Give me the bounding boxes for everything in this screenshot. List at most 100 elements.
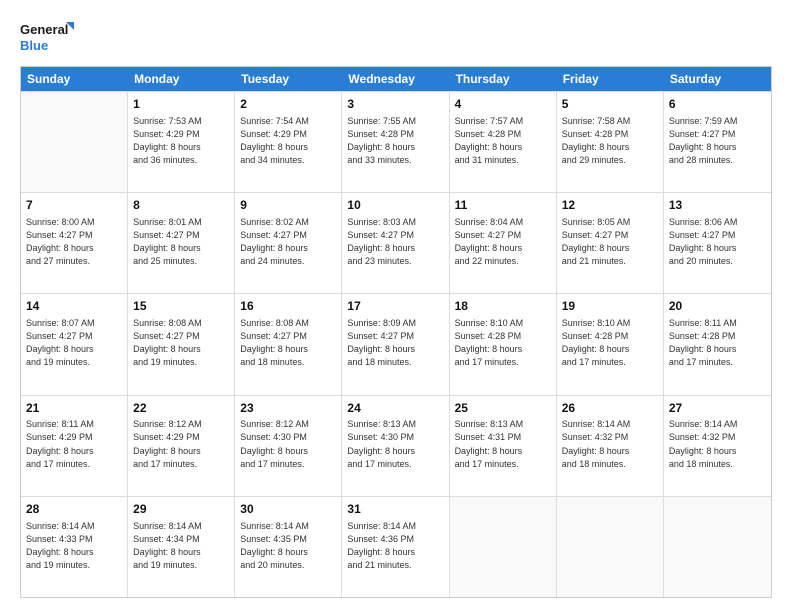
cal-cell: 21Sunrise: 8:11 AM Sunset: 4:29 PM Dayli… (21, 396, 128, 496)
cal-cell: 3Sunrise: 7:55 AM Sunset: 4:28 PM Daylig… (342, 92, 449, 192)
day-number: 2 (240, 96, 336, 113)
cal-cell (664, 497, 771, 597)
day-number: 19 (562, 298, 658, 315)
day-number: 17 (347, 298, 443, 315)
svg-text:Blue: Blue (20, 38, 48, 53)
cal-cell: 5 Sunrise: 7:58 AM Sunset: 4:28 PM Daylig… (557, 92, 664, 192)
cell-info: Sunrise: 8:14 AM Sunset: 4:32 PM Dayligh… (562, 418, 658, 470)
cell-info: Sunrise: 8:10 AM Sunset: 4:28 PM Dayligh… (562, 317, 658, 369)
cell-info: Sunrise: 8:02 AM Sunset: 4:27 PM Dayligh… (240, 216, 336, 268)
cell-info: Sunrise: 7:57 AM Sunset: 4:28 PM Dayligh… (455, 115, 551, 167)
cal-cell: 10Sunrise: 8:03 AM Sunset: 4:27 PM Dayli… (342, 193, 449, 293)
day-number: 1 (133, 96, 229, 113)
cell-info: Sunrise: 8:09 AM Sunset: 4:27 PM Dayligh… (347, 317, 443, 369)
day-number: 22 (133, 400, 229, 417)
cell-info: Sunrise: 8:10 AM Sunset: 4:28 PM Dayligh… (455, 317, 551, 369)
cal-cell: 27Sunrise: 8:14 AM Sunset: 4:32 PM Dayli… (664, 396, 771, 496)
cal-cell: 22Sunrise: 8:12 AM Sunset: 4:29 PM Dayli… (128, 396, 235, 496)
cal-cell: 9 Sunrise: 8:02 AM Sunset: 4:27 PM Daylig… (235, 193, 342, 293)
cell-info: Sunrise: 8:14 AM Sunset: 4:34 PM Dayligh… (133, 520, 229, 572)
cell-info: Sunrise: 8:08 AM Sunset: 4:27 PM Dayligh… (133, 317, 229, 369)
cell-info: Sunrise: 8:14 AM Sunset: 4:33 PM Dayligh… (26, 520, 122, 572)
cell-info: Sunrise: 8:14 AM Sunset: 4:35 PM Dayligh… (240, 520, 336, 572)
cell-info: Sunrise: 8:05 AM Sunset: 4:27 PM Dayligh… (562, 216, 658, 268)
day-number: 24 (347, 400, 443, 417)
day-number: 7 (26, 197, 122, 214)
cal-cell: 13 Sunrise: 8:06 AM Sunset: 4:27 PM Dayli… (664, 193, 771, 293)
week-row-2: 7 Sunrise: 8:00 AM Sunset: 4:27 PM Daylig… (21, 192, 771, 293)
day-header-sunday: Sunday (21, 67, 128, 91)
day-number: 4 (455, 96, 551, 113)
day-number: 13 (669, 197, 766, 214)
calendar-header: SundayMondayTuesdayWednesdayThursdayFrid… (21, 67, 771, 91)
day-number: 21 (26, 400, 122, 417)
cell-info: Sunrise: 7:55 AM Sunset: 4:28 PM Dayligh… (347, 115, 443, 167)
day-number: 10 (347, 197, 443, 214)
cell-info: Sunrise: 8:04 AM Sunset: 4:27 PM Dayligh… (455, 216, 551, 268)
cal-cell (557, 497, 664, 597)
day-number: 12 (562, 197, 658, 214)
cell-info: Sunrise: 8:11 AM Sunset: 4:29 PM Dayligh… (26, 418, 122, 470)
cal-cell: 29 Sunrise: 8:14 AM Sunset: 4:34 PM Dayli… (128, 497, 235, 597)
day-number: 26 (562, 400, 658, 417)
cal-cell: 7 Sunrise: 8:00 AM Sunset: 4:27 PM Daylig… (21, 193, 128, 293)
day-number: 6 (669, 96, 766, 113)
day-number: 8 (133, 197, 229, 214)
day-number: 5 (562, 96, 658, 113)
page: General Blue SundayMondayTuesdayWednesda… (0, 0, 792, 612)
cal-cell: 1 Sunrise: 7:53 AM Sunset: 4:29 PM Daylig… (128, 92, 235, 192)
day-number: 25 (455, 400, 551, 417)
cal-cell: 31Sunrise: 8:14 AM Sunset: 4:36 PM Dayli… (342, 497, 449, 597)
day-number: 14 (26, 298, 122, 315)
cal-cell: 23Sunrise: 8:12 AM Sunset: 4:30 PM Dayli… (235, 396, 342, 496)
day-header-saturday: Saturday (664, 67, 771, 91)
day-number: 23 (240, 400, 336, 417)
cell-info: Sunrise: 7:53 AM Sunset: 4:29 PM Dayligh… (133, 115, 229, 167)
day-number: 9 (240, 197, 336, 214)
day-header-monday: Monday (128, 67, 235, 91)
cell-info: Sunrise: 8:13 AM Sunset: 4:30 PM Dayligh… (347, 418, 443, 470)
cal-cell (450, 497, 557, 597)
cal-cell: 17 Sunrise: 8:09 AM Sunset: 4:27 PM Dayli… (342, 294, 449, 394)
cal-cell: 30Sunrise: 8:14 AM Sunset: 4:35 PM Dayli… (235, 497, 342, 597)
cal-cell (21, 92, 128, 192)
day-header-thursday: Thursday (450, 67, 557, 91)
day-number: 28 (26, 501, 122, 518)
cal-cell: 18 Sunrise: 8:10 AM Sunset: 4:28 PM Dayli… (450, 294, 557, 394)
cell-info: Sunrise: 8:13 AM Sunset: 4:31 PM Dayligh… (455, 418, 551, 470)
day-number: 18 (455, 298, 551, 315)
cal-cell: 4 Sunrise: 7:57 AM Sunset: 4:28 PM Daylig… (450, 92, 557, 192)
cell-info: Sunrise: 8:06 AM Sunset: 4:27 PM Dayligh… (669, 216, 766, 268)
cal-cell: 11 Sunrise: 8:04 AM Sunset: 4:27 PM Dayli… (450, 193, 557, 293)
cal-cell: 28 Sunrise: 8:14 AM Sunset: 4:33 PM Dayli… (21, 497, 128, 597)
logo: General Blue (20, 18, 74, 56)
cell-info: Sunrise: 8:11 AM Sunset: 4:28 PM Dayligh… (669, 317, 766, 369)
cal-cell: 15 Sunrise: 8:08 AM Sunset: 4:27 PM Dayli… (128, 294, 235, 394)
cell-info: Sunrise: 8:01 AM Sunset: 4:27 PM Dayligh… (133, 216, 229, 268)
day-number: 16 (240, 298, 336, 315)
calendar-body: 1 Sunrise: 7:53 AM Sunset: 4:29 PM Daylig… (21, 91, 771, 597)
cell-info: Sunrise: 8:12 AM Sunset: 4:29 PM Dayligh… (133, 418, 229, 470)
cell-info: Sunrise: 8:12 AM Sunset: 4:30 PM Dayligh… (240, 418, 336, 470)
week-row-3: 14 Sunrise: 8:07 AM Sunset: 4:27 PM Dayli… (21, 293, 771, 394)
day-number: 29 (133, 501, 229, 518)
day-header-friday: Friday (557, 67, 664, 91)
day-number: 15 (133, 298, 229, 315)
svg-text:General: General (20, 22, 68, 37)
cell-info: Sunrise: 7:58 AM Sunset: 4:28 PM Dayligh… (562, 115, 658, 167)
cal-cell: 6Sunrise: 7:59 AM Sunset: 4:27 PM Daylig… (664, 92, 771, 192)
cell-info: Sunrise: 8:00 AM Sunset: 4:27 PM Dayligh… (26, 216, 122, 268)
cal-cell: 20 Sunrise: 8:11 AM Sunset: 4:28 PM Dayli… (664, 294, 771, 394)
cal-cell: 26Sunrise: 8:14 AM Sunset: 4:32 PM Dayli… (557, 396, 664, 496)
header: General Blue (20, 18, 772, 56)
cal-cell: 24Sunrise: 8:13 AM Sunset: 4:30 PM Dayli… (342, 396, 449, 496)
week-row-4: 21Sunrise: 8:11 AM Sunset: 4:29 PM Dayli… (21, 395, 771, 496)
cell-info: Sunrise: 8:08 AM Sunset: 4:27 PM Dayligh… (240, 317, 336, 369)
cal-cell: 19 Sunrise: 8:10 AM Sunset: 4:28 PM Dayli… (557, 294, 664, 394)
day-number: 11 (455, 197, 551, 214)
cal-cell: 12 Sunrise: 8:05 AM Sunset: 4:27 PM Dayli… (557, 193, 664, 293)
day-number: 20 (669, 298, 766, 315)
day-number: 31 (347, 501, 443, 518)
week-row-1: 1 Sunrise: 7:53 AM Sunset: 4:29 PM Daylig… (21, 91, 771, 192)
cell-info: Sunrise: 8:07 AM Sunset: 4:27 PM Dayligh… (26, 317, 122, 369)
